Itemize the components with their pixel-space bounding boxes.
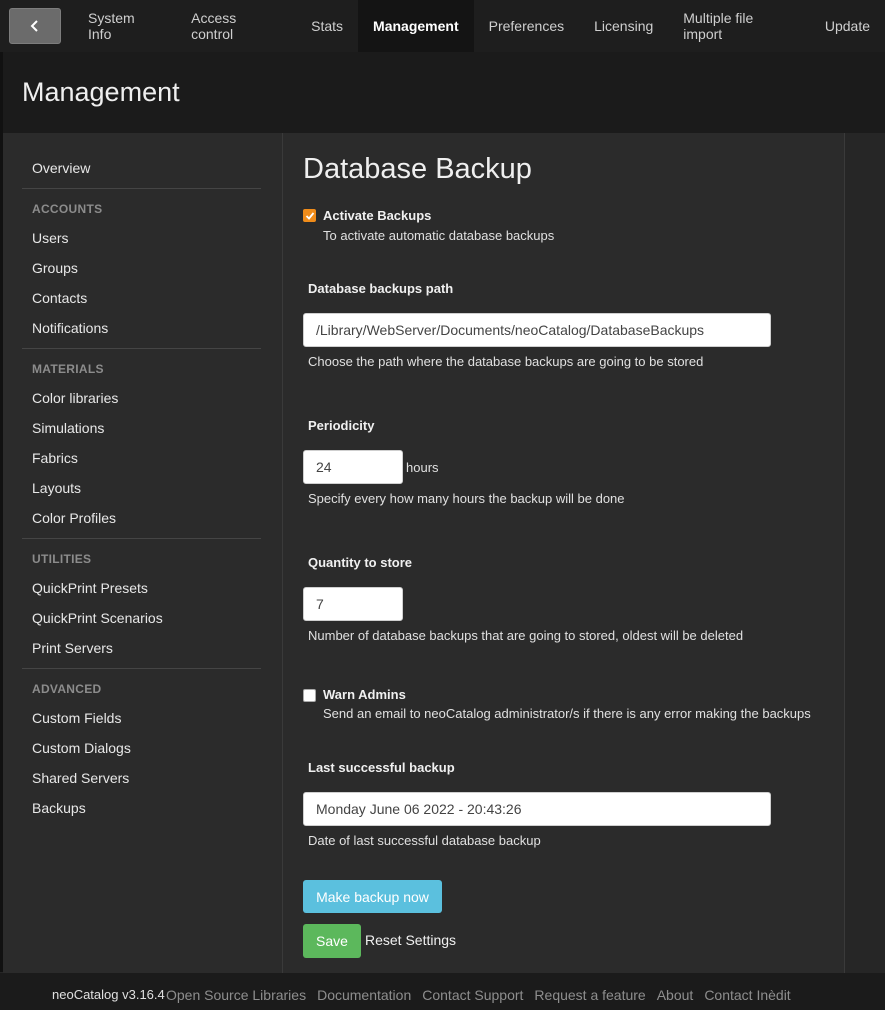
sidebar-item-simulations[interactable]: Simulations [32,420,104,436]
last-backup-label: Last successful backup [308,760,455,775]
last-backup-field: Monday June 06 2022 - 20:43:26 [303,792,771,826]
make-backup-now-button[interactable]: Make backup now [303,880,442,913]
sidebar-item-layouts[interactable]: Layouts [32,480,81,496]
sidebar-item-quickprint-presets[interactable]: QuickPrint Presets [32,580,148,596]
warn-admins-checkbox[interactable] [303,689,316,702]
sidebar-heading-materials: MATERIALS [32,362,104,376]
sidebar-item-backups[interactable]: Backups [32,800,86,816]
backups-path-label: Database backups path [308,281,454,296]
tab-management[interactable]: Management [358,0,474,52]
sidebar-divider [22,188,261,189]
sidebar-item-custom-dialogs[interactable]: Custom Dialogs [32,740,131,756]
page-title: Management [22,77,180,107]
tab-access-control[interactable]: Access control [176,0,296,52]
top-nav: System Info Access control Stats Managem… [0,0,885,52]
warn-admins-help: Send an email to neoCatalog administrato… [323,706,811,721]
footer-links: Open Source Libraries Documentation Cont… [166,987,791,1003]
tab-stats[interactable]: Stats [296,0,358,52]
right-gutter [844,133,885,973]
periodicity-help: Specify every how many hours the backup … [308,491,625,506]
activate-backups-checkbox[interactable] [303,209,316,222]
footer-link-open-source[interactable]: Open Source Libraries [166,987,306,1003]
sidebar-heading-utilities: UTILITIES [32,552,92,566]
quantity-label: Quantity to store [308,555,413,570]
page-header: Management [3,52,885,133]
footer-version: neoCatalog v3.16.4 [52,987,165,1002]
sidebar-item-color-libraries[interactable]: Color libraries [32,390,118,406]
check-icon [305,211,314,220]
sidebar-item-shared-servers[interactable]: Shared Servers [32,770,129,786]
tab-multiple-file-import[interactable]: Multiple file import [668,0,810,52]
sidebar: Overview ACCOUNTS Users Groups Contacts … [3,133,283,973]
tab-licensing[interactable]: Licensing [579,0,668,52]
sidebar-divider [22,538,261,539]
footer-link-documentation[interactable]: Documentation [317,987,411,1003]
backups-path-help: Choose the path where the database backu… [308,354,704,369]
last-backup-help: Date of last successful database backup [308,833,541,848]
sidebar-divider [22,348,261,349]
sidebar-item-color-profiles[interactable]: Color Profiles [32,510,116,526]
sidebar-item-custom-fields[interactable]: Custom Fields [32,710,121,726]
tab-bar: System Info Access control Stats Managem… [73,0,885,52]
backups-path-input[interactable]: /Library/WebServer/Documents/neoCatalog/… [303,313,771,347]
quantity-help: Number of database backups that are goin… [308,628,744,643]
chevron-left-icon [30,20,38,32]
sidebar-item-users[interactable]: Users [32,230,69,246]
sidebar-item-groups[interactable]: Groups [32,260,78,276]
sidebar-heading-accounts: ACCOUNTS [32,202,103,216]
activate-backups-help: To activate automatic database backups [323,228,555,243]
footer-link-about[interactable]: About [657,987,694,1003]
reset-settings-link[interactable]: Reset Settings [365,932,456,948]
sidebar-item-fabrics[interactable]: Fabrics [32,450,78,466]
periodicity-label: Periodicity [308,418,375,433]
main-panel: Database Backup Activate Backups To acti… [283,133,844,973]
sidebar-divider [22,668,261,669]
sidebar-item-quickprint-scenarios[interactable]: QuickPrint Scenarios [32,610,163,626]
periodicity-unit: hours [406,460,439,475]
footer-link-contact-support[interactable]: Contact Support [422,987,523,1003]
sidebar-item-overview[interactable]: Overview [32,160,90,176]
tab-preferences[interactable]: Preferences [474,0,579,52]
tab-update[interactable]: Update [810,0,885,52]
footer-link-request-feature[interactable]: Request a feature [534,987,645,1003]
quantity-input[interactable]: 7 [303,587,403,621]
warn-admins-label: Warn Admins [323,687,406,702]
back-button[interactable] [9,8,61,44]
section-title: Database Backup [303,153,532,185]
sidebar-item-print-servers[interactable]: Print Servers [32,640,113,656]
save-button[interactable]: Save [303,924,361,958]
activate-backups-label: Activate Backups [323,208,432,223]
sidebar-heading-advanced: ADVANCED [32,682,102,696]
sidebar-item-notifications[interactable]: Notifications [32,320,108,336]
footer-link-contact-inedit[interactable]: Contact Inèdit [704,987,790,1003]
tab-system-info[interactable]: System Info [73,0,176,52]
periodicity-input[interactable]: 24 [303,450,403,484]
footer: neoCatalog v3.16.4 Open Source Libraries… [0,973,885,1010]
sidebar-item-contacts[interactable]: Contacts [32,290,87,306]
